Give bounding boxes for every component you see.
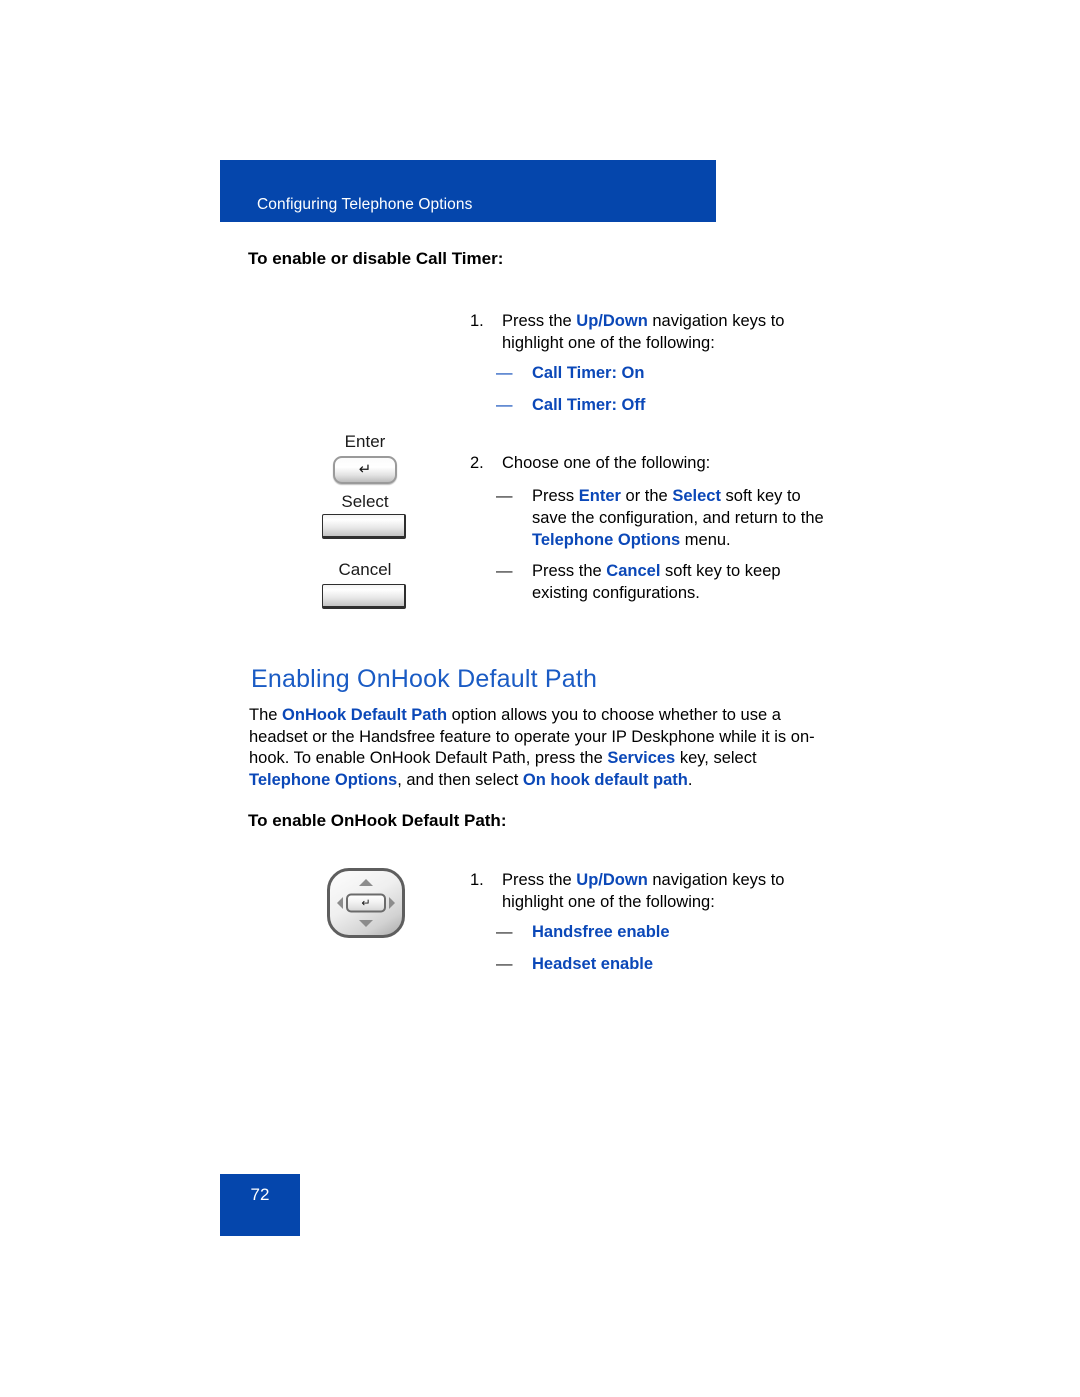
telephone-options-keyword: Telephone Options (249, 770, 398, 789)
enter-keyword: Enter (578, 487, 621, 505)
onhook-option-handsfree: — Handsfree enable (496, 921, 836, 943)
chapter-title: Configuring Telephone Options (257, 196, 473, 213)
nav-down-arrow-icon (359, 920, 373, 927)
step2-option-enter-select: — Press Enter or the Select soft key to … (496, 485, 836, 551)
select-soft-key-label: Select (341, 492, 389, 511)
step2-option-cancel: — Press the Cancel soft key to keep exis… (496, 560, 836, 604)
page-number: 72 (250, 1185, 270, 1204)
bullet-part-1: Press the (532, 562, 607, 580)
onhook-section-heading: Enabling OnHook Default Path (251, 665, 598, 693)
select-soft-key-icon (322, 514, 406, 539)
bullet-dash: — (496, 955, 513, 973)
updown-keyword: Up/Down (576, 312, 648, 330)
step-text: Press the Up/Down navigation keys to hig… (502, 310, 830, 354)
bullet-dash: — (496, 364, 513, 382)
bullet-part-4: menu. (680, 531, 731, 549)
step-text: Press the Up/Down navigation keys to hig… (502, 869, 830, 913)
para-part-5: . (687, 770, 693, 789)
bullet-dash: — (496, 562, 513, 580)
bullet-label: Press the Cancel soft key to keep existi… (532, 560, 836, 604)
nav-right-arrow-icon (389, 897, 395, 909)
step-number: 1. (470, 871, 484, 889)
select-keyword: Select (672, 487, 721, 505)
step-text-before: Press the (502, 312, 577, 330)
para-part-4: , and then select (397, 770, 523, 789)
navigation-cluster-icon: ↵ (327, 868, 405, 938)
bullet-part-2: or the (620, 487, 673, 505)
onhook-step-1: 1. Press the Up/Down navigation keys to … (470, 869, 830, 913)
enter-key-label: Enter (344, 432, 386, 451)
call-timer-subheading: To enable or disable Call Timer: (248, 249, 504, 268)
on-hook-default-path-keyword: On hook default path (522, 770, 688, 789)
enter-key-icon: ↵ (333, 456, 397, 484)
call-timer-step-2: 2. Choose one of the following: (470, 452, 830, 474)
bullet-dash: — (496, 487, 513, 505)
services-keyword: Services (607, 749, 676, 767)
step-text: Choose one of the following: (502, 454, 711, 472)
cancel-soft-key-icon (322, 584, 406, 609)
onhook-subheading: To enable OnHook Default Path: (248, 811, 507, 830)
para-part-1: The (249, 706, 283, 724)
onhook-option-headset: — Headset enable (496, 953, 836, 975)
nav-enter-key-icon: ↵ (346, 893, 386, 913)
chapter-header-banner: Configuring Telephone Options (220, 160, 716, 222)
bullet-label: Call Timer: On (532, 364, 645, 382)
call-timer-option-on: — Call Timer: On (496, 362, 836, 384)
telephone-options-keyword: Telephone Options (532, 531, 681, 549)
bullet-label: Call Timer: Off (532, 396, 646, 414)
para-part-3: key, select (675, 749, 757, 767)
bullet-label: Handsfree enable (532, 923, 670, 941)
cancel-soft-key-label: Cancel (338, 560, 392, 579)
nav-left-arrow-icon (337, 897, 343, 909)
onhook-description-paragraph: The OnHook Default Path option allows yo… (249, 705, 827, 791)
updown-keyword: Up/Down (576, 871, 648, 889)
bullet-dash: — (496, 396, 513, 414)
bullet-label: Headset enable (532, 955, 654, 973)
cancel-keyword: Cancel (606, 562, 661, 580)
bullet-part-1: Press (532, 487, 579, 505)
step-number: 2. (470, 454, 484, 472)
step-number: 1. (470, 312, 484, 330)
bullet-label: Press Enter or the Select soft key to sa… (532, 485, 836, 551)
onhook-default-path-keyword: OnHook Default Path (282, 706, 448, 724)
step-text-before: Press the (502, 871, 577, 889)
bullet-dash: — (496, 923, 513, 941)
call-timer-step-1: 1. Press the Up/Down navigation keys to … (470, 310, 830, 354)
page-number-box: 72 (220, 1174, 300, 1236)
nav-up-arrow-icon (359, 879, 373, 886)
call-timer-option-off: — Call Timer: Off (496, 394, 836, 416)
return-arrow-glyph: ↵ (358, 460, 372, 478)
